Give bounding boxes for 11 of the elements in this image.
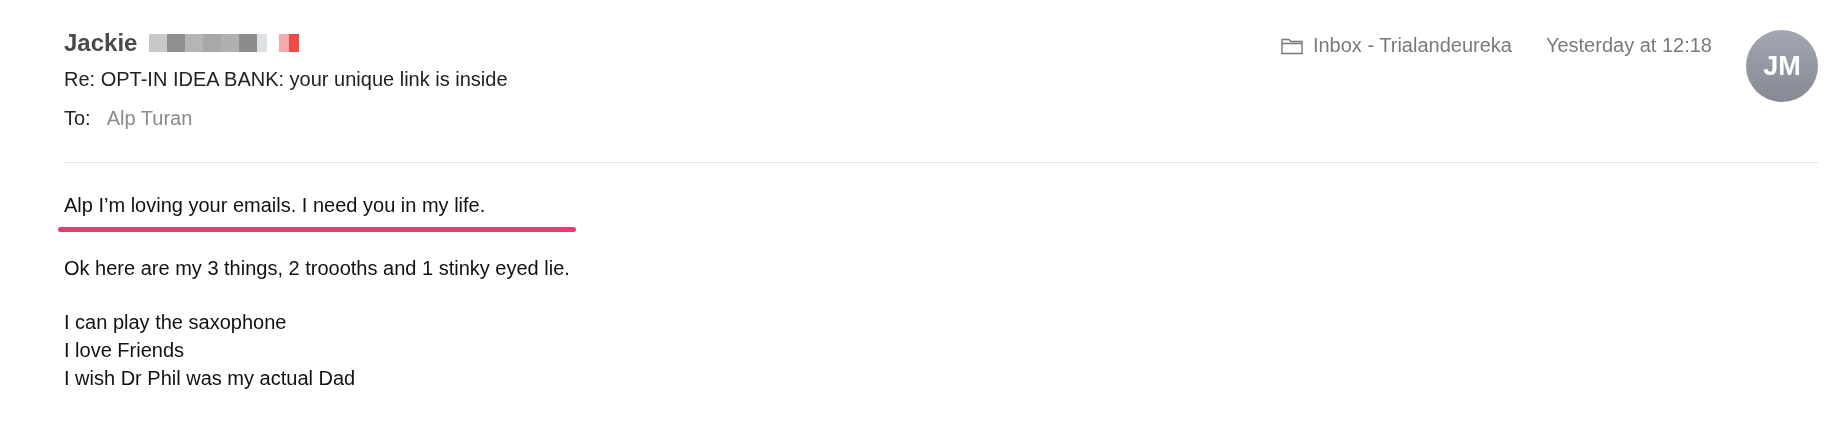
email-subject: Re: OPT-IN IDEA BANK: your unique link is inside bbox=[64, 68, 508, 91]
sender-name: Jackie bbox=[64, 29, 138, 57]
message-text: Ok here are my 3 things, 2 troooths and 1 stinky eyed lie. bbox=[64, 256, 570, 281]
avatar: JM bbox=[1746, 30, 1818, 102]
message-text: Alp I’m loving your emails. I need you in my life. bbox=[64, 193, 486, 218]
folder-icon bbox=[1280, 37, 1303, 55]
to-label: To: bbox=[64, 107, 91, 130]
message-date: Yesterday at 12:18 bbox=[1545, 34, 1712, 57]
message-text: I can play the saxophone I love Friends I wish Dr Phil was my actual Dad bbox=[64, 310, 356, 391]
recipient-name[interactable]: Alp Turan bbox=[106, 107, 193, 130]
mailbox-name: Inbox - Trialandeureka bbox=[1312, 34, 1512, 57]
